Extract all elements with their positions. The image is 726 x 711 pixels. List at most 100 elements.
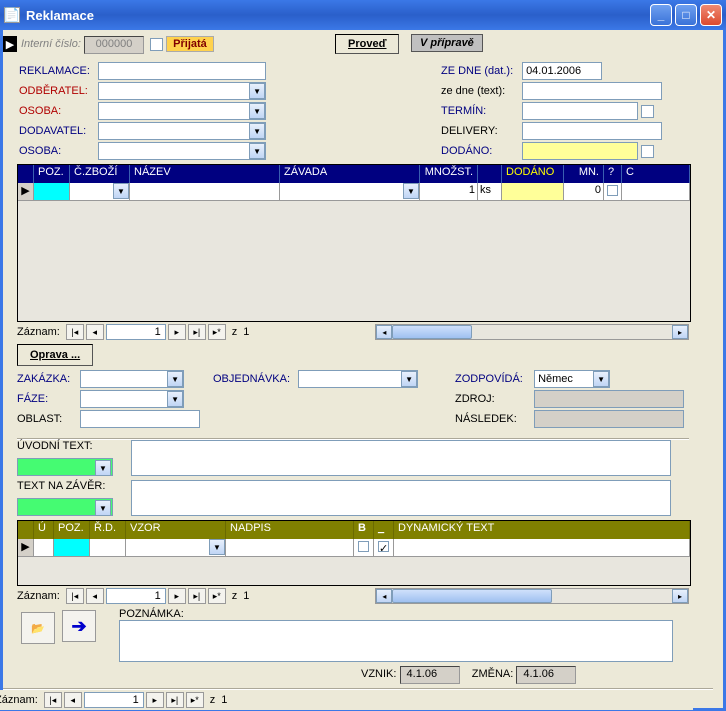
nav-total: 1	[243, 326, 249, 338]
grid2-row[interactable]: ▶ ▼ ✓	[18, 539, 690, 557]
status-badge: V přípravě	[411, 34, 483, 52]
nav3-first-button[interactable]: |◂	[44, 692, 62, 708]
oblast-input[interactable]	[80, 410, 200, 428]
nav3-next-button[interactable]: ▸	[146, 692, 164, 708]
chevron-down-icon[interactable]: ▼	[167, 371, 183, 387]
ze-dne-text-label: ze dne (text):	[441, 85, 519, 97]
row-checkbox[interactable]	[607, 185, 618, 196]
g2-col-u: Ú	[34, 521, 54, 539]
nasledek-input[interactable]	[534, 410, 684, 428]
nav2-prev-button[interactable]: ◂	[86, 588, 104, 604]
ze-dne-dat-input[interactable]	[522, 62, 602, 80]
scroll-left-icon[interactable]: ◂	[376, 589, 392, 603]
grid2-hscroll[interactable]: ◂ ▸	[375, 588, 689, 604]
oblast-label: OBLAST:	[17, 413, 77, 425]
forward-button[interactable]: ➔	[62, 610, 96, 642]
nav2-next-button[interactable]: ▸	[168, 588, 186, 604]
g2-col-dyn: DYNAMICKÝ TEXT	[394, 521, 690, 539]
scroll-left-icon[interactable]: ◂	[376, 325, 392, 339]
grid1-hscroll[interactable]: ◂ ▸	[375, 324, 689, 340]
nav2-last-button[interactable]: ▸|	[188, 588, 206, 604]
nav3-last-button[interactable]: ▸|	[166, 692, 184, 708]
close-button[interactable]: ✕	[700, 4, 722, 26]
titlebar: 📄 Reklamace _ □ ✕	[0, 0, 726, 30]
odberatel-input[interactable]	[98, 82, 266, 100]
cell-mn[interactable]: 0	[564, 183, 604, 201]
zaver-select[interactable]: ▼	[17, 498, 113, 516]
chevron-down-icon[interactable]: ▼	[95, 460, 111, 476]
col-zavada: ZÁVADA	[280, 165, 420, 183]
scroll-right-icon[interactable]: ▸	[672, 589, 688, 603]
osoba1-input[interactable]	[98, 102, 266, 120]
prijata-checkbox[interactable]	[150, 38, 163, 51]
nav3-pos-input[interactable]	[84, 692, 144, 708]
g2-col-vzor: VZOR	[126, 521, 226, 539]
nav2-of: z	[232, 590, 238, 602]
termin-checkbox[interactable]	[641, 105, 654, 118]
nasledek-label: NÁSLEDEK:	[455, 413, 531, 425]
dodavatel-input[interactable]	[98, 122, 266, 140]
nav3-prev-button[interactable]: ◂	[64, 692, 82, 708]
folder-open-button[interactable]: 📂	[21, 612, 55, 644]
osoba1-label: OSOBA:	[19, 105, 95, 117]
osoba2-input[interactable]	[98, 142, 266, 160]
nav2-new-button[interactable]: ▸*	[208, 588, 226, 604]
grid1-body	[18, 201, 690, 321]
uvodni-select[interactable]: ▼	[17, 458, 113, 476]
nav2-first-button[interactable]: |◂	[66, 588, 84, 604]
chevron-down-icon[interactable]: ▼	[249, 83, 265, 99]
g2-col-b: B	[354, 521, 374, 539]
chevron-down-icon[interactable]: ▼	[95, 500, 111, 516]
g2-u-checkbox[interactable]: ✓	[378, 541, 389, 552]
osoba2-label: OSOBA:	[19, 145, 95, 157]
chevron-down-icon[interactable]: ▼	[167, 391, 183, 407]
nav-prev-button[interactable]: ◂	[86, 324, 104, 340]
nav-pos-input[interactable]	[106, 324, 166, 340]
scroll-thumb[interactable]	[392, 325, 472, 339]
nav-last-button[interactable]: ▸|	[188, 324, 206, 340]
scroll-thumb[interactable]	[392, 589, 552, 603]
cell-mnozst[interactable]: 1	[420, 183, 478, 201]
uvodni-text-input[interactable]	[131, 440, 671, 476]
nav-next-button[interactable]: ▸	[168, 324, 186, 340]
ze-dne-text-input[interactable]	[522, 82, 662, 100]
nav3-new-button[interactable]: ▸*	[186, 692, 204, 708]
col-dodano: DODÁNO	[502, 165, 564, 183]
folder-open-icon: 📂	[31, 622, 45, 635]
col-nazev: NÁZEV	[130, 165, 280, 183]
minimize-button[interactable]: _	[650, 4, 672, 26]
col-c: C	[622, 165, 690, 183]
zaver-text-input[interactable]	[131, 480, 671, 516]
objednavka-input[interactable]	[298, 370, 418, 388]
scroll-right-icon[interactable]: ▸	[672, 325, 688, 339]
chevron-down-icon[interactable]: ▼	[249, 103, 265, 119]
g2-b-checkbox[interactable]	[358, 541, 369, 552]
nav-first-button[interactable]: |◂	[66, 324, 84, 340]
dodano-input[interactable]	[522, 142, 638, 160]
proved-button[interactable]: Proveď	[335, 34, 399, 54]
zaver-text-label: TEXT NA ZÁVĚR:	[17, 480, 105, 492]
zdroj-input[interactable]	[534, 390, 684, 408]
chevron-down-icon[interactable]: ▼	[593, 371, 609, 387]
vznik-value: 4.1.06	[400, 666, 460, 684]
oprava-button[interactable]: Oprava ...	[17, 344, 93, 366]
delivery-input[interactable]	[522, 122, 662, 140]
zmena-label: ZMĚNA:	[472, 668, 514, 680]
chevron-down-icon[interactable]: ▼	[401, 371, 417, 387]
nav2-pos-input[interactable]	[106, 588, 166, 604]
grid1-header: POZ. Č.ZBOŽÍ NÁZEV ZÁVADA MNOŽST. DODÁNO…	[18, 165, 690, 183]
poznamka-input[interactable]	[119, 620, 673, 662]
zakazka-label: ZAKÁZKA:	[17, 373, 77, 385]
chevron-down-icon[interactable]: ▼	[249, 123, 265, 139]
grid1-row[interactable]: ▶ ▼ ▼ 1 ks 0	[18, 183, 690, 201]
reklamace-input[interactable]	[98, 62, 266, 80]
dodano-checkbox[interactable]	[641, 145, 654, 158]
dodano-label: DODÁNO:	[441, 145, 519, 157]
grid2-header: Ú POZ. Ř.D. VZOR NADPIS B _ DYNAMICKÝ TE…	[18, 521, 690, 539]
termin-input[interactable]	[522, 102, 638, 120]
interni-cislo-label: Interní číslo:	[21, 38, 81, 50]
maximize-button[interactable]: □	[675, 4, 697, 26]
chevron-down-icon[interactable]: ▼	[249, 143, 265, 159]
nav-new-button[interactable]: ▸*	[208, 324, 226, 340]
faze-label: FÁZE:	[17, 393, 77, 405]
